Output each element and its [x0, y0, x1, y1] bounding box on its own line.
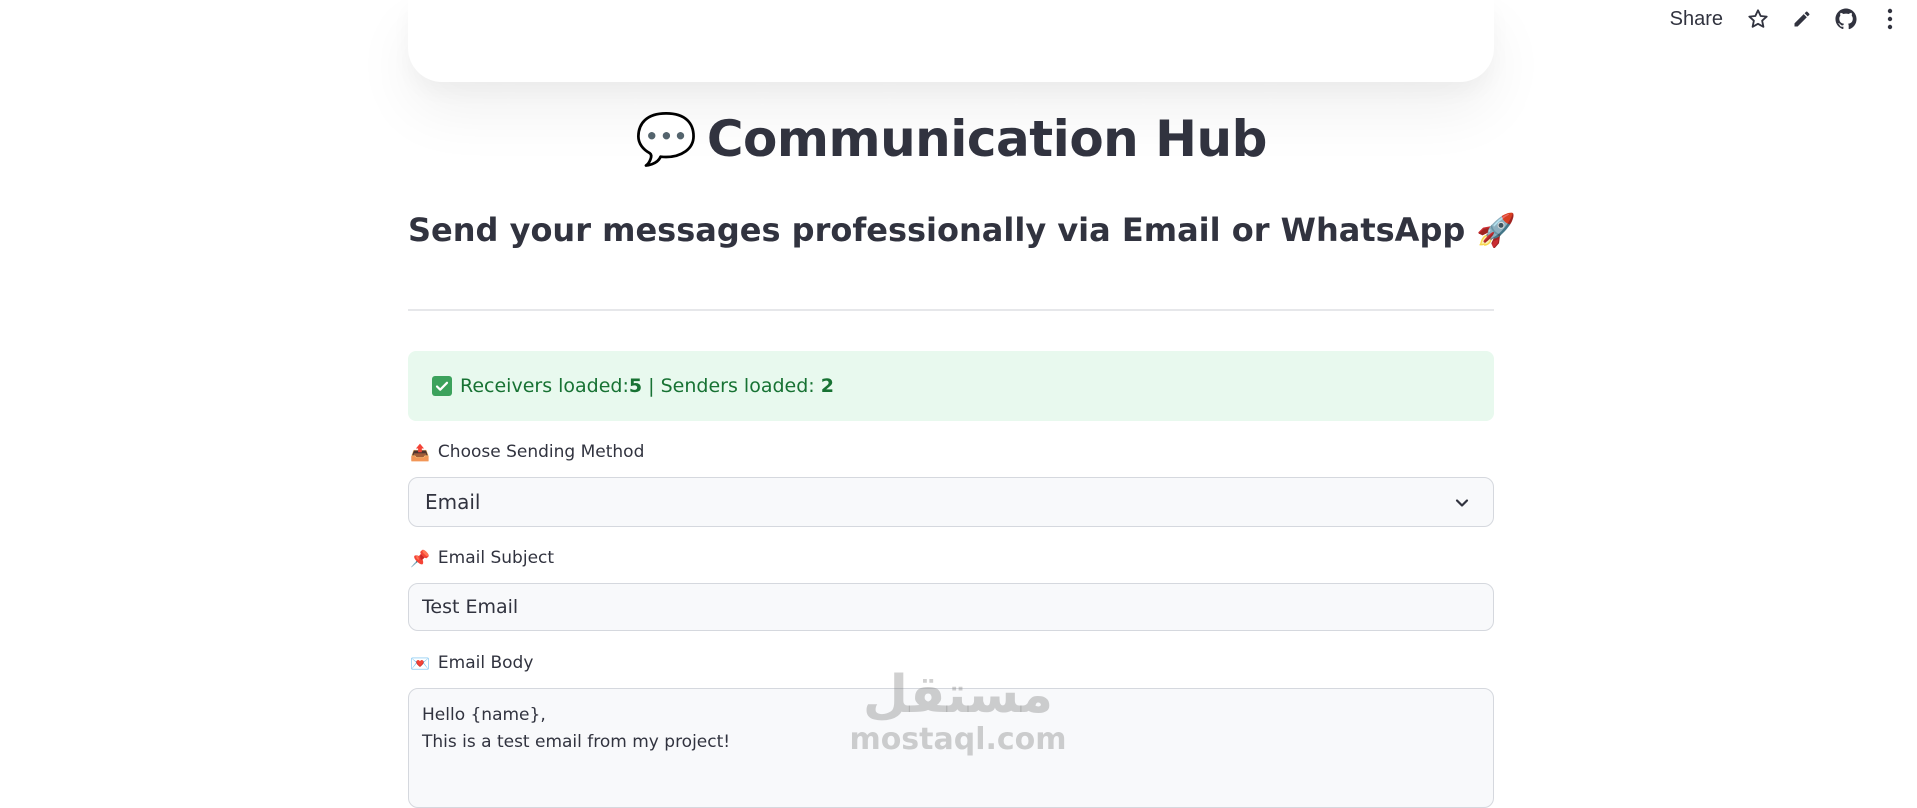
email-subject-label: 📌 Email Subject: [410, 548, 554, 568]
receivers-count: 5: [628, 375, 643, 397]
receivers-label: Receivers loaded:: [460, 375, 629, 397]
status-alert: Receivers loaded: 5 | Senders loaded: 2: [408, 351, 1494, 421]
check-icon: [432, 376, 452, 396]
chevron-down-icon: [1453, 493, 1471, 517]
more-vertical-icon[interactable]: [1877, 6, 1903, 32]
share-button[interactable]: Share: [1670, 8, 1723, 31]
divider: [408, 309, 1494, 311]
email-body-textarea[interactable]: Hello {name}, This is a test email from …: [408, 688, 1494, 808]
senders-count: 2: [820, 375, 834, 397]
outbox-icon: 📤: [410, 442, 430, 462]
pencil-icon[interactable]: [1789, 6, 1815, 32]
page-title-text: Communication Hub: [706, 110, 1268, 168]
sending-method-value: Email: [425, 490, 481, 514]
page-subtitle: Send your messages professionally via Em…: [408, 211, 1517, 249]
senders-label: | Senders loaded:: [642, 375, 821, 397]
email-body-label: 💌 Email Body: [410, 653, 533, 673]
pushpin-icon: 📌: [410, 548, 430, 568]
love-letter-icon: 💌: [410, 653, 430, 673]
email-subject-label-text: Email Subject: [437, 548, 555, 568]
page-title: 💬 Communication Hub: [408, 100, 1494, 178]
email-subject-input[interactable]: [408, 583, 1494, 631]
speech-bubble-icon: 💬: [635, 110, 697, 168]
header-card: [408, 0, 1494, 82]
star-icon[interactable]: [1745, 6, 1771, 32]
github-icon[interactable]: [1833, 6, 1859, 32]
sending-method-label: 📤 Choose Sending Method: [410, 442, 644, 462]
sending-method-label-text: Choose Sending Method: [437, 442, 645, 462]
top-toolbar: Share: [1670, 0, 1917, 38]
email-body-label-text: Email Body: [437, 653, 534, 673]
sending-method-select[interactable]: Email: [408, 477, 1494, 527]
